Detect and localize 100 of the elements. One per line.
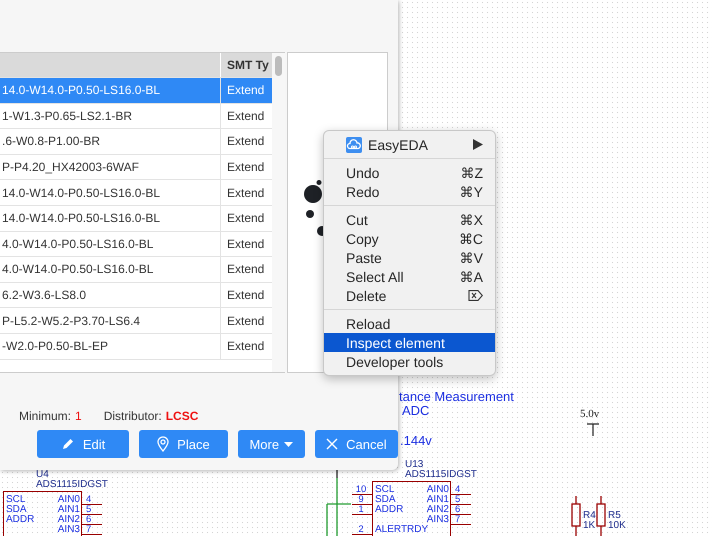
menu-item[interactable]: Developer tools bbox=[324, 352, 495, 371]
menu-item[interactable]: Inspect element bbox=[324, 333, 495, 352]
shortcut-text: ⌘Y bbox=[460, 184, 483, 200]
component-value: ADS1115IDGST bbox=[36, 479, 108, 490]
shortcut-text: ⌘C bbox=[458, 230, 483, 246]
table-cell-text: Extend bbox=[226, 108, 266, 125]
table-cell-text: Extend bbox=[226, 338, 266, 356]
resistor-designator: R4 bbox=[583, 510, 596, 521]
column-header: SMT Ty bbox=[226, 57, 270, 74]
table-cell: 14.0-W14.0-P0.50-LS16.0-BL bbox=[0, 206, 221, 231]
pin-line bbox=[352, 514, 372, 515]
resistor-symbol bbox=[571, 496, 581, 536]
info-value: 1 bbox=[75, 409, 82, 423]
pin-name: AIN0 bbox=[426, 484, 449, 495]
pin-line bbox=[82, 514, 102, 515]
pin-number: 2 bbox=[357, 525, 365, 534]
table-cell: P-P4.20_HX42003-6WAF bbox=[0, 154, 221, 180]
menu-item[interactable]: EasyEDA bbox=[324, 135, 495, 154]
submenu-arrow-icon bbox=[473, 139, 483, 150]
table-cell-text: Extend bbox=[226, 312, 266, 330]
schematic-note: ADC bbox=[402, 403, 430, 418]
pin-name: ALERTRDY bbox=[375, 524, 428, 535]
table-row[interactable]: P-P4.20_HX42003-6WAF Extend bbox=[0, 154, 272, 180]
resistor-symbol bbox=[596, 496, 606, 536]
shortcut-text: ⌘A bbox=[460, 268, 483, 284]
info-label: Distributor: bbox=[104, 409, 162, 423]
table-cell: P-L5.2-W5.2-P3.70-LS6.4 bbox=[0, 308, 221, 333]
table-row[interactable]: P-L5.2-W5.2-P3.70-LS6.4 Extend bbox=[0, 308, 272, 334]
pin-name: SCL bbox=[375, 484, 394, 495]
pin-name: SDA bbox=[6, 504, 27, 515]
table-cell: -W2.0-P0.50-BL-EP bbox=[0, 334, 221, 359]
table-row[interactable]: 14.0-W14.0-P0.50-LS16.0-BL Extend bbox=[0, 206, 272, 232]
table-row[interactable]: .6-W0.8-P1.00-BR Extend bbox=[0, 129, 272, 155]
pin-line bbox=[82, 504, 102, 505]
pin-name: SCL bbox=[6, 494, 26, 505]
pin-number: 9 bbox=[357, 495, 365, 504]
pin-number: 10 bbox=[354, 485, 368, 494]
pin-line bbox=[352, 494, 372, 495]
menu-item[interactable]: Paste ⌘V bbox=[324, 248, 495, 267]
table-row[interactable]: 4.0-W14.0-P0.50-LS16.0-BL Extend bbox=[0, 257, 272, 283]
pin-line bbox=[451, 524, 471, 525]
delete-key-icon bbox=[468, 290, 483, 301]
info-label: Minimum: bbox=[19, 409, 72, 423]
table-cell: 1-W1.3-P0.65-LS2.1-BR bbox=[0, 104, 221, 128]
menu-item[interactable]: Reload bbox=[324, 314, 495, 333]
table-cell: .6-W0.8-P1.00-BR bbox=[0, 129, 221, 154]
pin-number: 7 bbox=[455, 515, 460, 524]
pin-name: AIN3 bbox=[426, 514, 449, 525]
table-row[interactable]: 14.0-W14.0-P0.50-LS16.0-BL Extend bbox=[0, 180, 272, 206]
pin-number: 1 bbox=[357, 505, 365, 514]
pin-number: 7 bbox=[86, 525, 92, 534]
cloud-icon bbox=[346, 136, 362, 152]
table-cell: 4.0-W14.0-P0.50-LS16.0-BL bbox=[0, 232, 221, 256]
table-cell-text: Extend bbox=[226, 159, 266, 176]
pin-line bbox=[352, 534, 372, 535]
table-row[interactable]: 4.0-W14.0-P0.50-LS16.0-BL Extend bbox=[0, 232, 272, 258]
component-value: ADS1115IDGST bbox=[405, 469, 477, 480]
table-cell-text: Extend bbox=[226, 82, 266, 100]
pin-name: ADDR bbox=[6, 514, 34, 525]
map-pin-icon bbox=[157, 436, 170, 452]
table-cell-text: Extend bbox=[226, 236, 266, 253]
table-cell-text: Extend bbox=[226, 261, 266, 278]
menu-item[interactable]: Cut ⌘X bbox=[324, 210, 495, 229]
schematic-note: tance Measurement bbox=[399, 389, 514, 404]
shortcut-text: ⌘Z bbox=[460, 164, 483, 180]
table-cell: 6.2-W3.6-LS8.0 bbox=[0, 282, 221, 308]
pencil-icon bbox=[60, 437, 75, 451]
table-cell-text: Extend bbox=[226, 287, 266, 304]
pin-name: AIN2 bbox=[58, 514, 80, 525]
scrollbar-thumb[interactable] bbox=[275, 56, 282, 76]
menu-item[interactable]: Redo ⌘Y bbox=[324, 182, 495, 201]
net-label: 5.0v bbox=[580, 408, 600, 420]
shortcut-text: ⌘V bbox=[460, 250, 483, 266]
menu-item[interactable]: Delete bbox=[324, 286, 495, 305]
caret-icon bbox=[284, 442, 294, 446]
menu-item[interactable]: Undo ⌘Z bbox=[324, 163, 495, 182]
schematic-note: .144v bbox=[400, 433, 432, 448]
pin-number: 5 bbox=[455, 495, 460, 504]
table-cell: 14.0-W14.0-P0.50-LS16.0-BL bbox=[0, 180, 221, 205]
pin-number: 4 bbox=[86, 495, 92, 504]
info-value: LCSC bbox=[166, 409, 198, 423]
pin-line bbox=[82, 534, 102, 535]
table-cell-text: Extend bbox=[226, 210, 266, 228]
pin-name: AIN1 bbox=[426, 494, 449, 505]
pin-name: ADDR bbox=[375, 504, 404, 515]
pin-number: 4 bbox=[455, 485, 460, 494]
table-row[interactable]: -W2.0-P0.50-BL-EP Extend bbox=[0, 334, 272, 360]
pin-number: 5 bbox=[86, 505, 92, 514]
menu-item[interactable]: Select All ⌘A bbox=[324, 267, 495, 286]
pin-line bbox=[352, 504, 372, 505]
pin-line bbox=[82, 524, 102, 525]
pin-name: AIN2 bbox=[426, 504, 449, 515]
table-row[interactable]: 6.2-W3.6-LS8.0 Extend bbox=[0, 282, 272, 308]
component-designator: U13 bbox=[405, 459, 424, 470]
table-row[interactable]: 1-W1.3-P0.65-LS2.1-BR Extend bbox=[0, 104, 272, 130]
table-cell-text: Extend bbox=[226, 133, 266, 150]
pin-line bbox=[451, 494, 471, 495]
pin-line bbox=[451, 504, 471, 505]
menu-item[interactable]: Copy ⌘C bbox=[324, 229, 495, 248]
table-cell-text: Extend bbox=[226, 184, 266, 202]
